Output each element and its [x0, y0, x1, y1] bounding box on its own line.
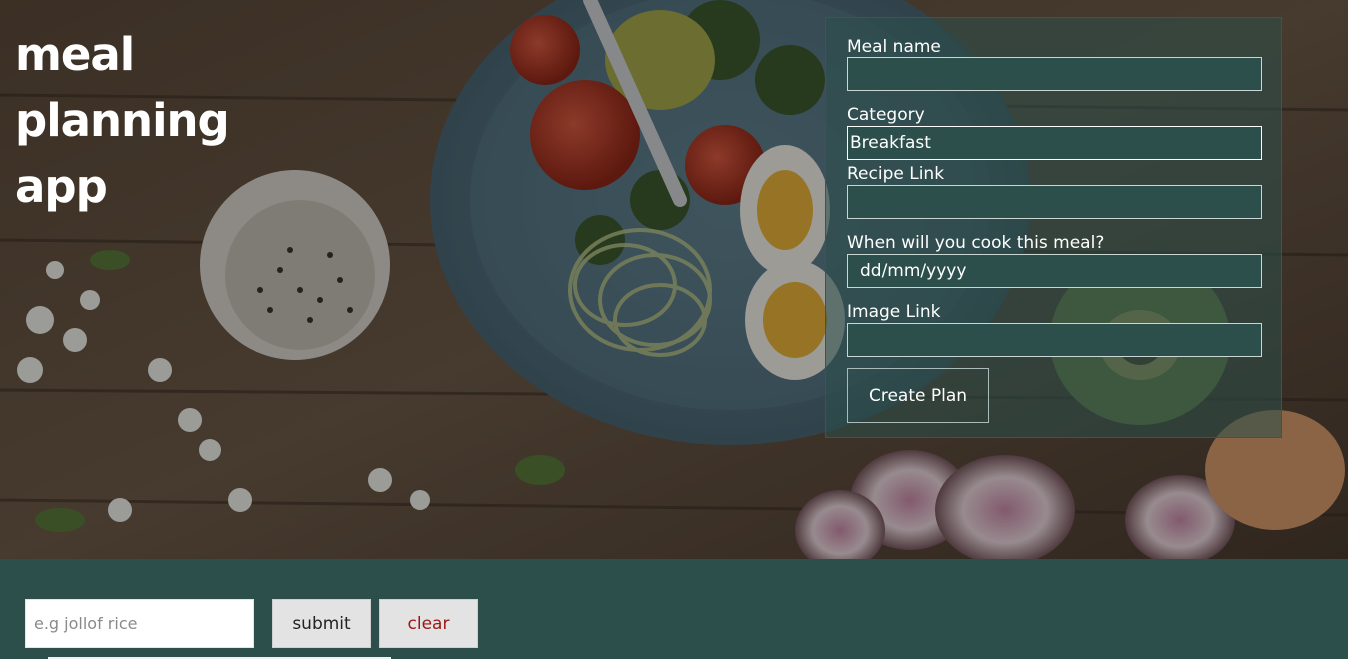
search-bar: submit clear	[0, 559, 1348, 659]
cook-date-label: When will you cook this meal?	[847, 233, 1105, 253]
image-link-input[interactable]	[847, 323, 1262, 357]
category-label: Category	[847, 105, 925, 125]
meal-plan-form: Meal name Category Breakfast Recipe Link…	[825, 17, 1282, 438]
app-title-line1: meal	[15, 28, 135, 81]
recipe-link-label: Recipe Link	[847, 164, 945, 184]
image-link-label: Image Link	[847, 302, 941, 322]
clear-button[interactable]: clear	[379, 599, 478, 648]
submit-button[interactable]: submit	[272, 599, 371, 648]
category-select[interactable]: Breakfast	[847, 126, 1262, 160]
app-title-line3: app	[15, 160, 108, 213]
app-title: meal planning app	[15, 22, 275, 220]
create-plan-button[interactable]: Create Plan	[847, 368, 989, 423]
cook-date-input[interactable]: dd/mm/yyyy	[847, 254, 1262, 288]
recipe-link-input[interactable]	[847, 185, 1262, 219]
hero-section: meal planning app Meal name Category Bre…	[0, 0, 1348, 559]
search-input[interactable]	[25, 599, 254, 648]
meal-name-input[interactable]	[847, 57, 1262, 91]
app-title-line2: planning	[15, 94, 230, 147]
meal-name-label: Meal name	[847, 37, 941, 57]
